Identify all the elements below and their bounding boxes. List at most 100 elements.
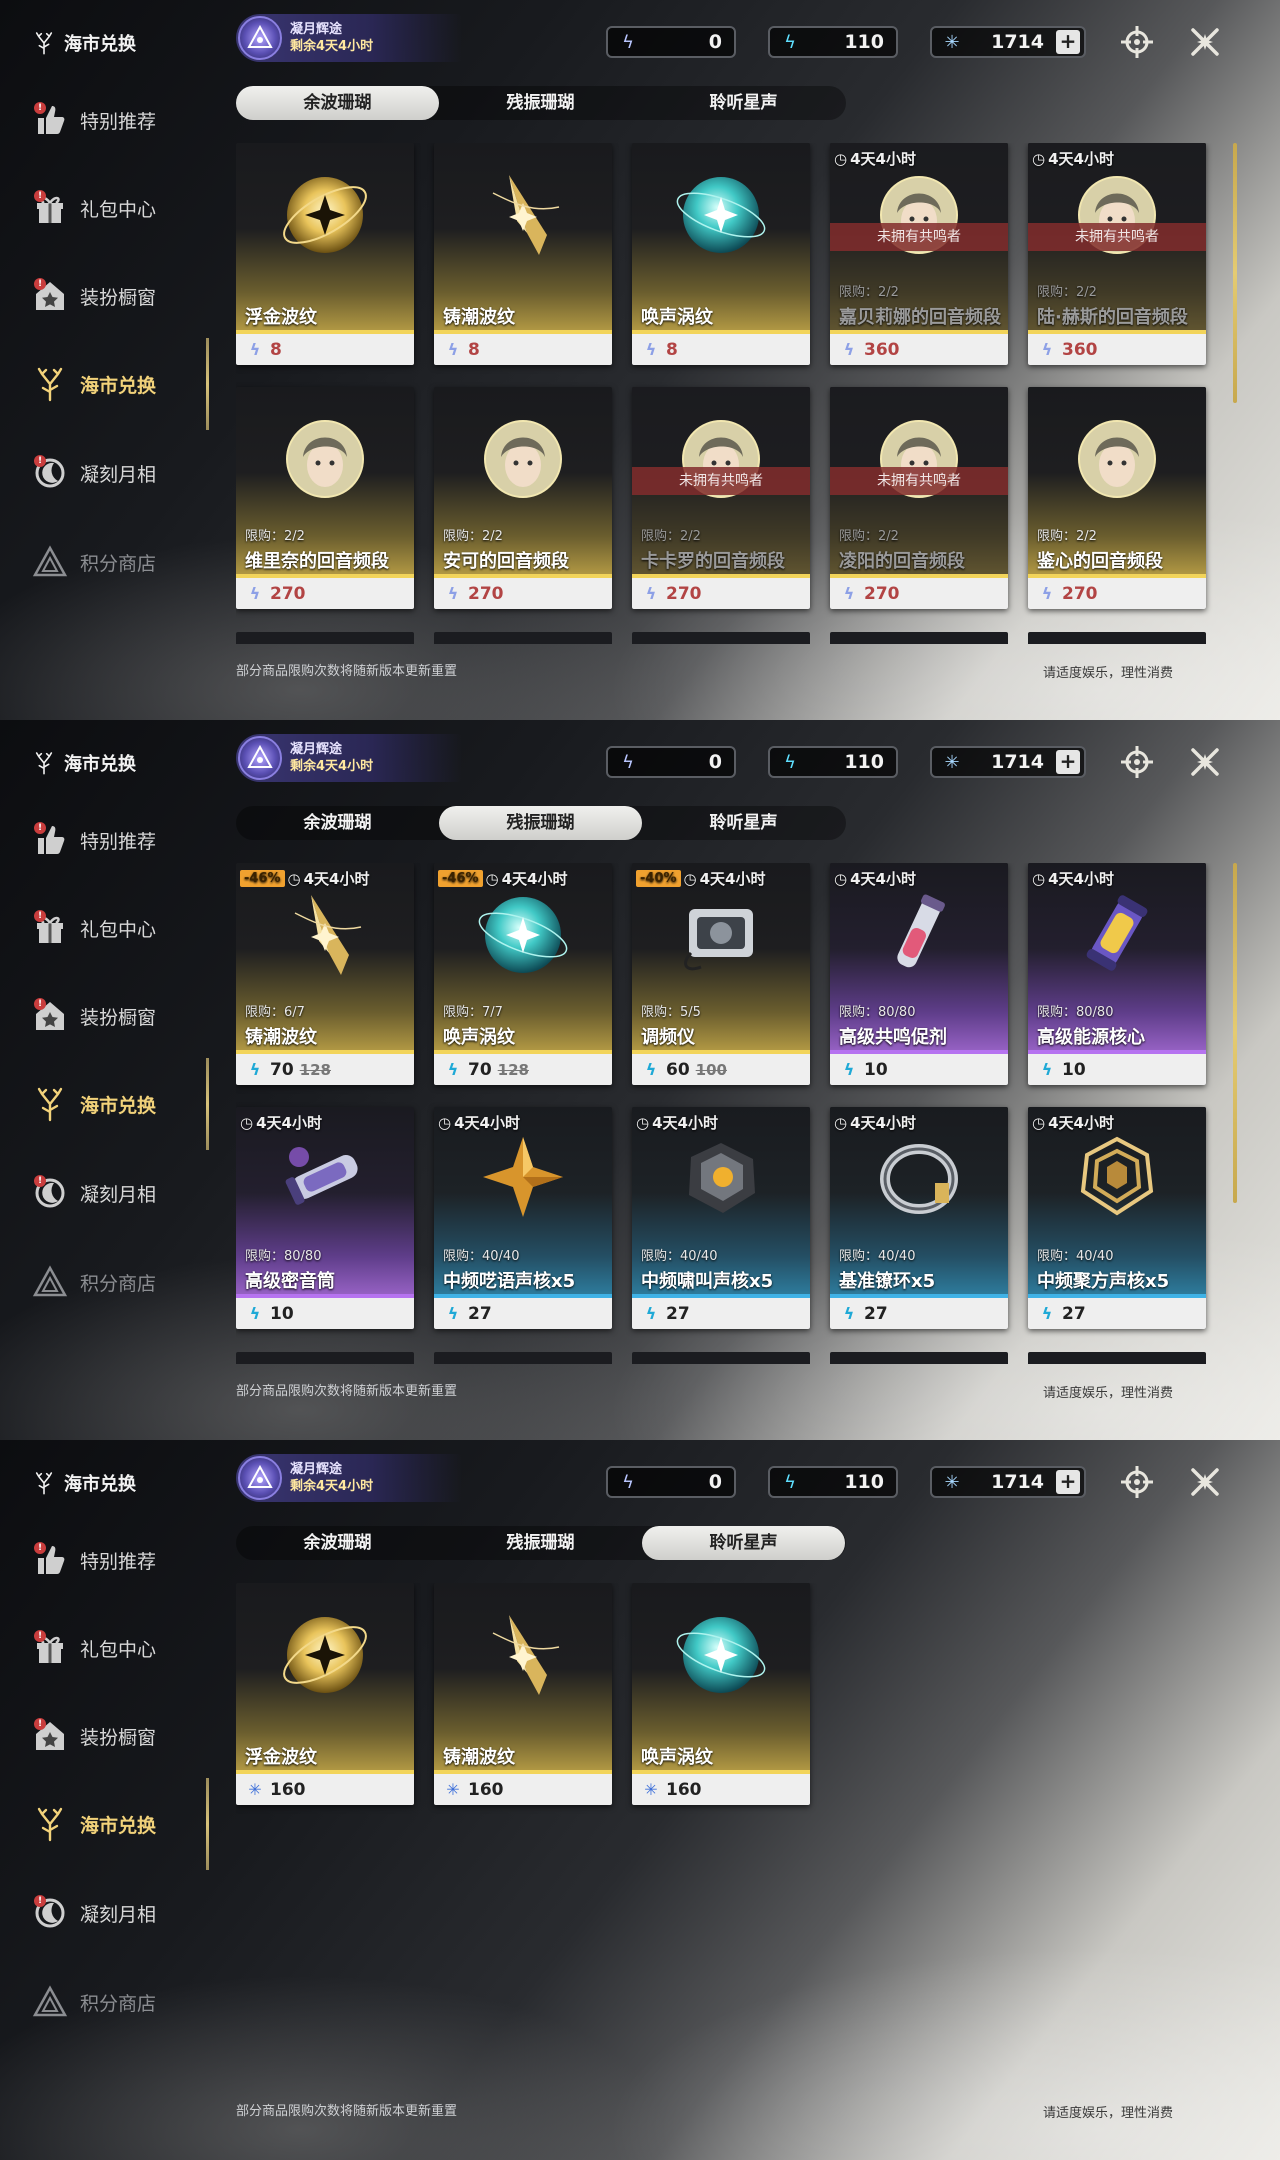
shop-item-card[interactable]: 浮金波纹 ✳ 160 (236, 1583, 414, 1805)
add-currency-button[interactable]: + (1056, 750, 1080, 774)
close-icon[interactable] (1185, 742, 1225, 782)
close-icon[interactable] (1185, 1462, 1225, 1502)
shop-item-card[interactable]: 铸潮波纹 ✳ 160 (434, 1583, 612, 1805)
sidebar-title: 海市兑换 (32, 1470, 136, 1496)
shop-item-card[interactable]: 唤声涡纹 ϟ 8 (632, 143, 810, 365)
sidebar-item-1[interactable]: ! 礼包中心 (30, 183, 156, 233)
sidebar-item-2[interactable]: ! 装扮橱窗 (30, 271, 156, 321)
shop-item-card[interactable]: -46% ◷ 4天4小时 限购：6/7 铸潮波纹 ϟ 70 128 (236, 863, 414, 1085)
sidebar-item-label: 凝刻月相 (80, 1183, 157, 1206)
shop-item-card[interactable]: 浮金波纹 ϟ 8 (236, 143, 414, 365)
scrollbar[interactable] (1233, 863, 1237, 1203)
shop-item-card[interactable]: 未拥有共鸣者 限购：2/2 卡卡罗的回音频段 ϟ 270 (632, 387, 810, 609)
sidebar-item-5[interactable]: 积分商店 (30, 1977, 156, 2027)
add-currency-button[interactable]: + (1056, 30, 1080, 54)
tab-2[interactable]: 聆听星声 (642, 806, 845, 840)
afterglow-coral-icon: ϟ (622, 31, 634, 53)
original-price: 128 (497, 1060, 529, 1079)
item-price: ✳ 160 (434, 1774, 612, 1805)
healthy-gaming-notice: 请适度娱乐，理性消费 (1043, 1386, 1174, 1401)
alert-badge: ! (34, 998, 46, 1010)
scrollbar[interactable] (1233, 143, 1237, 403)
tab-bar: 余波珊瑚 残振珊瑚 聆听星声 (236, 806, 846, 840)
points-icon (30, 1262, 70, 1302)
price-value: 8 (666, 339, 678, 360)
item-price: ϟ 70 128 (434, 1054, 612, 1085)
tab-2[interactable]: 聆听星声 (642, 1526, 845, 1560)
sidebar-item-4[interactable]: ! 凝刻月相 (30, 1168, 156, 1218)
currency-value: 1714 (991, 1471, 1044, 1493)
clock-icon: ◷ (834, 1113, 848, 1132)
tab-1[interactable]: 残振珊瑚 (439, 86, 642, 120)
sidebar-item-3[interactable]: 海市兑换 (30, 1079, 156, 1129)
shop-item-card[interactable]: ◷ 4天4小时 限购：80/80 高级密音筒 ϟ 10 (236, 1107, 414, 1329)
timer-label: 4天4小时 (256, 1114, 322, 1132)
event-banner[interactable]: 凝月辉途 剩余4天4小时 (236, 734, 462, 782)
afterglow-coral-icon: ϟ (447, 584, 459, 603)
shop-item-card[interactable]: ◷ 4天4小时 限购：40/40 基准镣环x5 ϟ 27 (830, 1107, 1008, 1329)
sidebar-title-label: 海市兑换 (64, 34, 136, 55)
price-value: 70 (468, 1059, 492, 1080)
item-price: ϟ 10 (236, 1298, 414, 1329)
sidebar-item-label: 装扮橱窗 (80, 286, 157, 309)
target-icon[interactable] (1117, 1462, 1157, 1502)
tab-0[interactable]: 余波珊瑚 (236, 806, 439, 840)
sidebar-item-4[interactable]: ! 凝刻月相 (30, 448, 156, 498)
sidebar-item-1[interactable]: ! 礼包中心 (30, 1623, 156, 1673)
sidebar-item-2[interactable]: ! 装扮橱窗 (30, 1711, 156, 1761)
shop-item-card[interactable]: ◷ 4天4小时 限购：80/80 高级能源核心 ϟ 10 (1028, 863, 1206, 1085)
shop-item-card[interactable]: ◷ 4天4小时 限购：40/40 中频呓语声核x5 ϟ 27 (434, 1107, 612, 1329)
price-value: 27 (864, 1303, 888, 1324)
shop-item-card[interactable]: ◷ 4天4小时 未拥有共鸣者 限购：2/2 陆·赫斯的回音频段 ϟ 360 (1028, 143, 1206, 365)
tab-0[interactable]: 余波珊瑚 (236, 1526, 439, 1560)
sidebar-item-0[interactable]: ! 特别推荐 (30, 815, 156, 865)
oscillated-coral-icon: ϟ (843, 1304, 855, 1323)
add-currency-button[interactable]: + (1056, 1470, 1080, 1494)
price-value: 10 (864, 1059, 888, 1080)
shop-item-card[interactable]: ◷ 4天4小时 限购：80/80 高级共鸣促剂 ϟ 10 (830, 863, 1008, 1085)
item-price: ϟ 270 (830, 578, 1008, 609)
shop-item-card[interactable]: ◷ 4天4小时 未拥有共鸣者 限购：2/2 嘉贝莉娜的回音频段 ϟ 360 (830, 143, 1008, 365)
shop-item-card[interactable]: 铸潮波纹 ϟ 8 (434, 143, 612, 365)
shop-item-card[interactable]: -46% ◷ 4天4小时 限购：7/7 唤声涡纹 ϟ 70 128 (434, 863, 612, 1085)
shop-item-card[interactable]: 限购：2/2 安可的回音频段 ϟ 270 (434, 387, 612, 609)
afterglow-coral-icon: ϟ (843, 584, 855, 603)
sidebar-item-0[interactable]: ! 特别推荐 (30, 1535, 156, 1585)
not-owned-banner: 未拥有共鸣者 (632, 467, 810, 495)
wardrobe-icon: ! (30, 276, 70, 316)
clock-icon: ◷ (1032, 869, 1046, 888)
sidebar-item-3[interactable]: 海市兑换 (30, 1799, 156, 1849)
sidebar-item-5[interactable]: 积分商店 (30, 537, 156, 587)
event-title: 凝月辉途 (290, 742, 343, 757)
shop-item-card[interactable]: 限购：2/2 鉴心的回音频段 ϟ 270 (1028, 387, 1206, 609)
shop-item-card[interactable]: 唤声涡纹 ✳ 160 (632, 1583, 810, 1805)
currency-2: ✳ 1714 + (930, 26, 1086, 58)
sidebar-item-2[interactable]: ! 装扮橱窗 (30, 991, 156, 1041)
shop-item-card[interactable]: 限购：2/2 维里奈的回音频段 ϟ 270 (236, 387, 414, 609)
tab-1[interactable]: 残振珊瑚 (439, 806, 642, 840)
shop-item-card[interactable]: -40% ◷ 4天4小时 限购：5/5 调频仪 ϟ 60 100 (632, 863, 810, 1085)
time-limit: ◷ 4天4小时 (834, 148, 916, 169)
sidebar-item-4[interactable]: ! 凝刻月相 (30, 1888, 156, 1938)
not-owned-banner: 未拥有共鸣者 (830, 467, 1008, 495)
oscillated-coral-icon: ϟ (645, 1060, 657, 1079)
coral-icon (32, 1471, 56, 1495)
sidebar-item-3[interactable]: 海市兑换 (30, 359, 156, 409)
shop-item-card[interactable]: ◷ 4天4小时 限购：40/40 中频聚方声核x5 ϟ 27 (1028, 1107, 1206, 1329)
tab-1[interactable]: 残振珊瑚 (439, 1526, 642, 1560)
event-banner[interactable]: 凝月辉途 剩余4天4小时 (236, 1454, 462, 1502)
shop-item-card[interactable]: 未拥有共鸣者 限购：2/2 凌阳的回音频段 ϟ 270 (830, 387, 1008, 609)
event-banner[interactable]: 凝月辉途 剩余4天4小时 (236, 14, 462, 62)
sidebar-item-5[interactable]: 积分商店 (30, 1257, 156, 1307)
close-icon[interactable] (1185, 22, 1225, 62)
healthy-gaming-notice: 请适度娱乐，理性消费 (1043, 666, 1174, 681)
time-limit: ◷ 4天4小时 (1032, 868, 1114, 889)
golden-blade-icon (473, 163, 573, 263)
target-icon[interactable] (1117, 742, 1157, 782)
shop-item-card[interactable]: ◷ 4天4小时 限购：40/40 中频啸叫声核x5 ϟ 27 (632, 1107, 810, 1329)
sidebar-item-1[interactable]: ! 礼包中心 (30, 903, 156, 953)
tab-2[interactable]: 聆听星声 (642, 86, 845, 120)
target-icon[interactable] (1117, 22, 1157, 62)
sidebar-item-0[interactable]: ! 特别推荐 (30, 95, 156, 145)
tab-0[interactable]: 余波珊瑚 (236, 86, 439, 120)
